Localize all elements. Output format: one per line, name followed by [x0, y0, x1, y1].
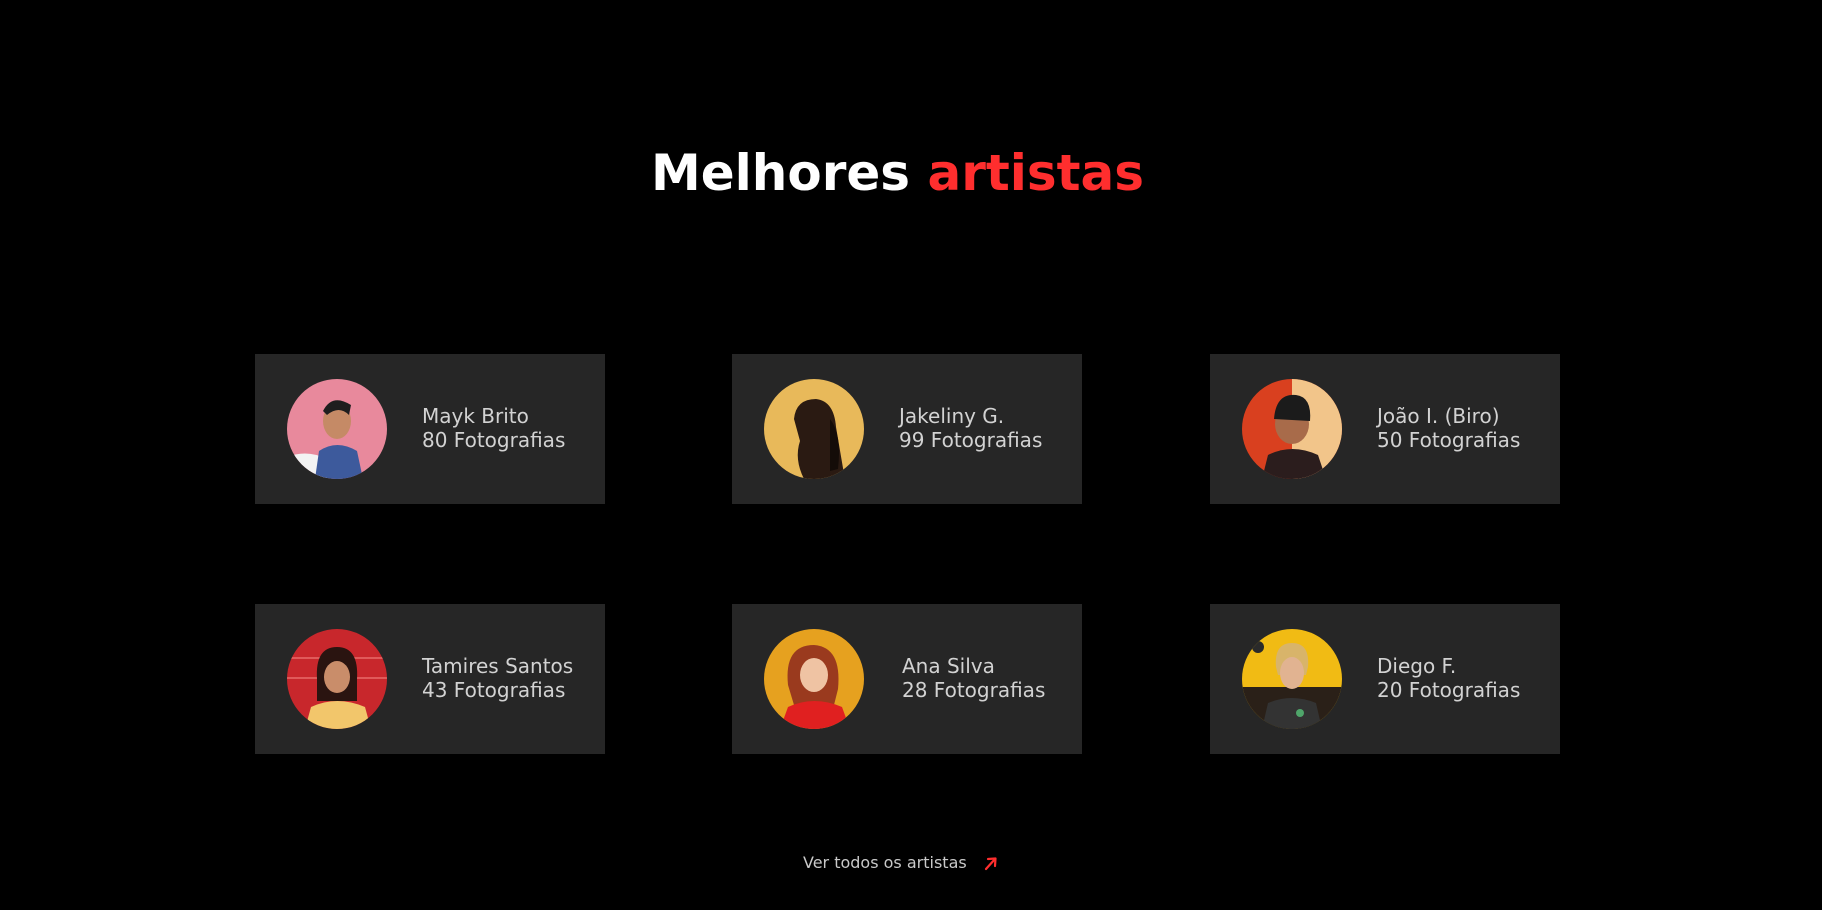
title-part-1: Melhores — [650, 144, 911, 202]
artist-card[interactable]: João I. (Biro) 50 Fotografias — [1210, 354, 1560, 504]
avatar — [287, 629, 387, 729]
title-part-2: artistas — [927, 144, 1145, 202]
artist-card[interactable]: Tamires Santos 43 Fotografias — [255, 604, 605, 754]
artist-name: João I. (Biro) — [1377, 404, 1500, 428]
view-all-label: Ver todos os artistas — [803, 853, 967, 872]
artist-name: Mayk Brito — [422, 404, 529, 428]
section-title: Melhores artistas — [0, 140, 1795, 206]
artist-photo-count: 43 Fotografias — [422, 678, 566, 702]
avatar — [764, 629, 864, 729]
artist-card[interactable]: Ana Silva 28 Fotografias — [732, 604, 1082, 754]
artist-photo-count: 80 Fotografias — [422, 428, 566, 452]
artist-card[interactable]: Diego F. 20 Fotografias — [1210, 604, 1560, 754]
view-all-artists-link[interactable]: Ver todos os artistas — [803, 852, 1001, 874]
artist-photo-count: 28 Fotografias — [902, 678, 1046, 702]
artist-name: Diego F. — [1377, 654, 1457, 678]
avatar — [1242, 379, 1342, 479]
artist-name: Jakeliny G. — [899, 404, 1005, 428]
artist-name: Ana Silva — [902, 654, 995, 678]
artist-photo-count: 99 Fotografias — [899, 428, 1043, 452]
artist-photo-count: 20 Fotografias — [1377, 678, 1521, 702]
artist-card[interactable]: Mayk Brito 80 Fotografias — [255, 354, 605, 504]
avatar — [287, 379, 387, 479]
artist-photo-count: 50 Fotografias — [1377, 428, 1521, 452]
avatar — [764, 379, 864, 479]
artist-card[interactable]: Jakeliny G. 99 Fotografias — [732, 354, 1082, 504]
artist-name: Tamires Santos — [422, 654, 574, 678]
arrow-up-right-icon — [981, 853, 1001, 873]
avatar — [1242, 629, 1342, 729]
